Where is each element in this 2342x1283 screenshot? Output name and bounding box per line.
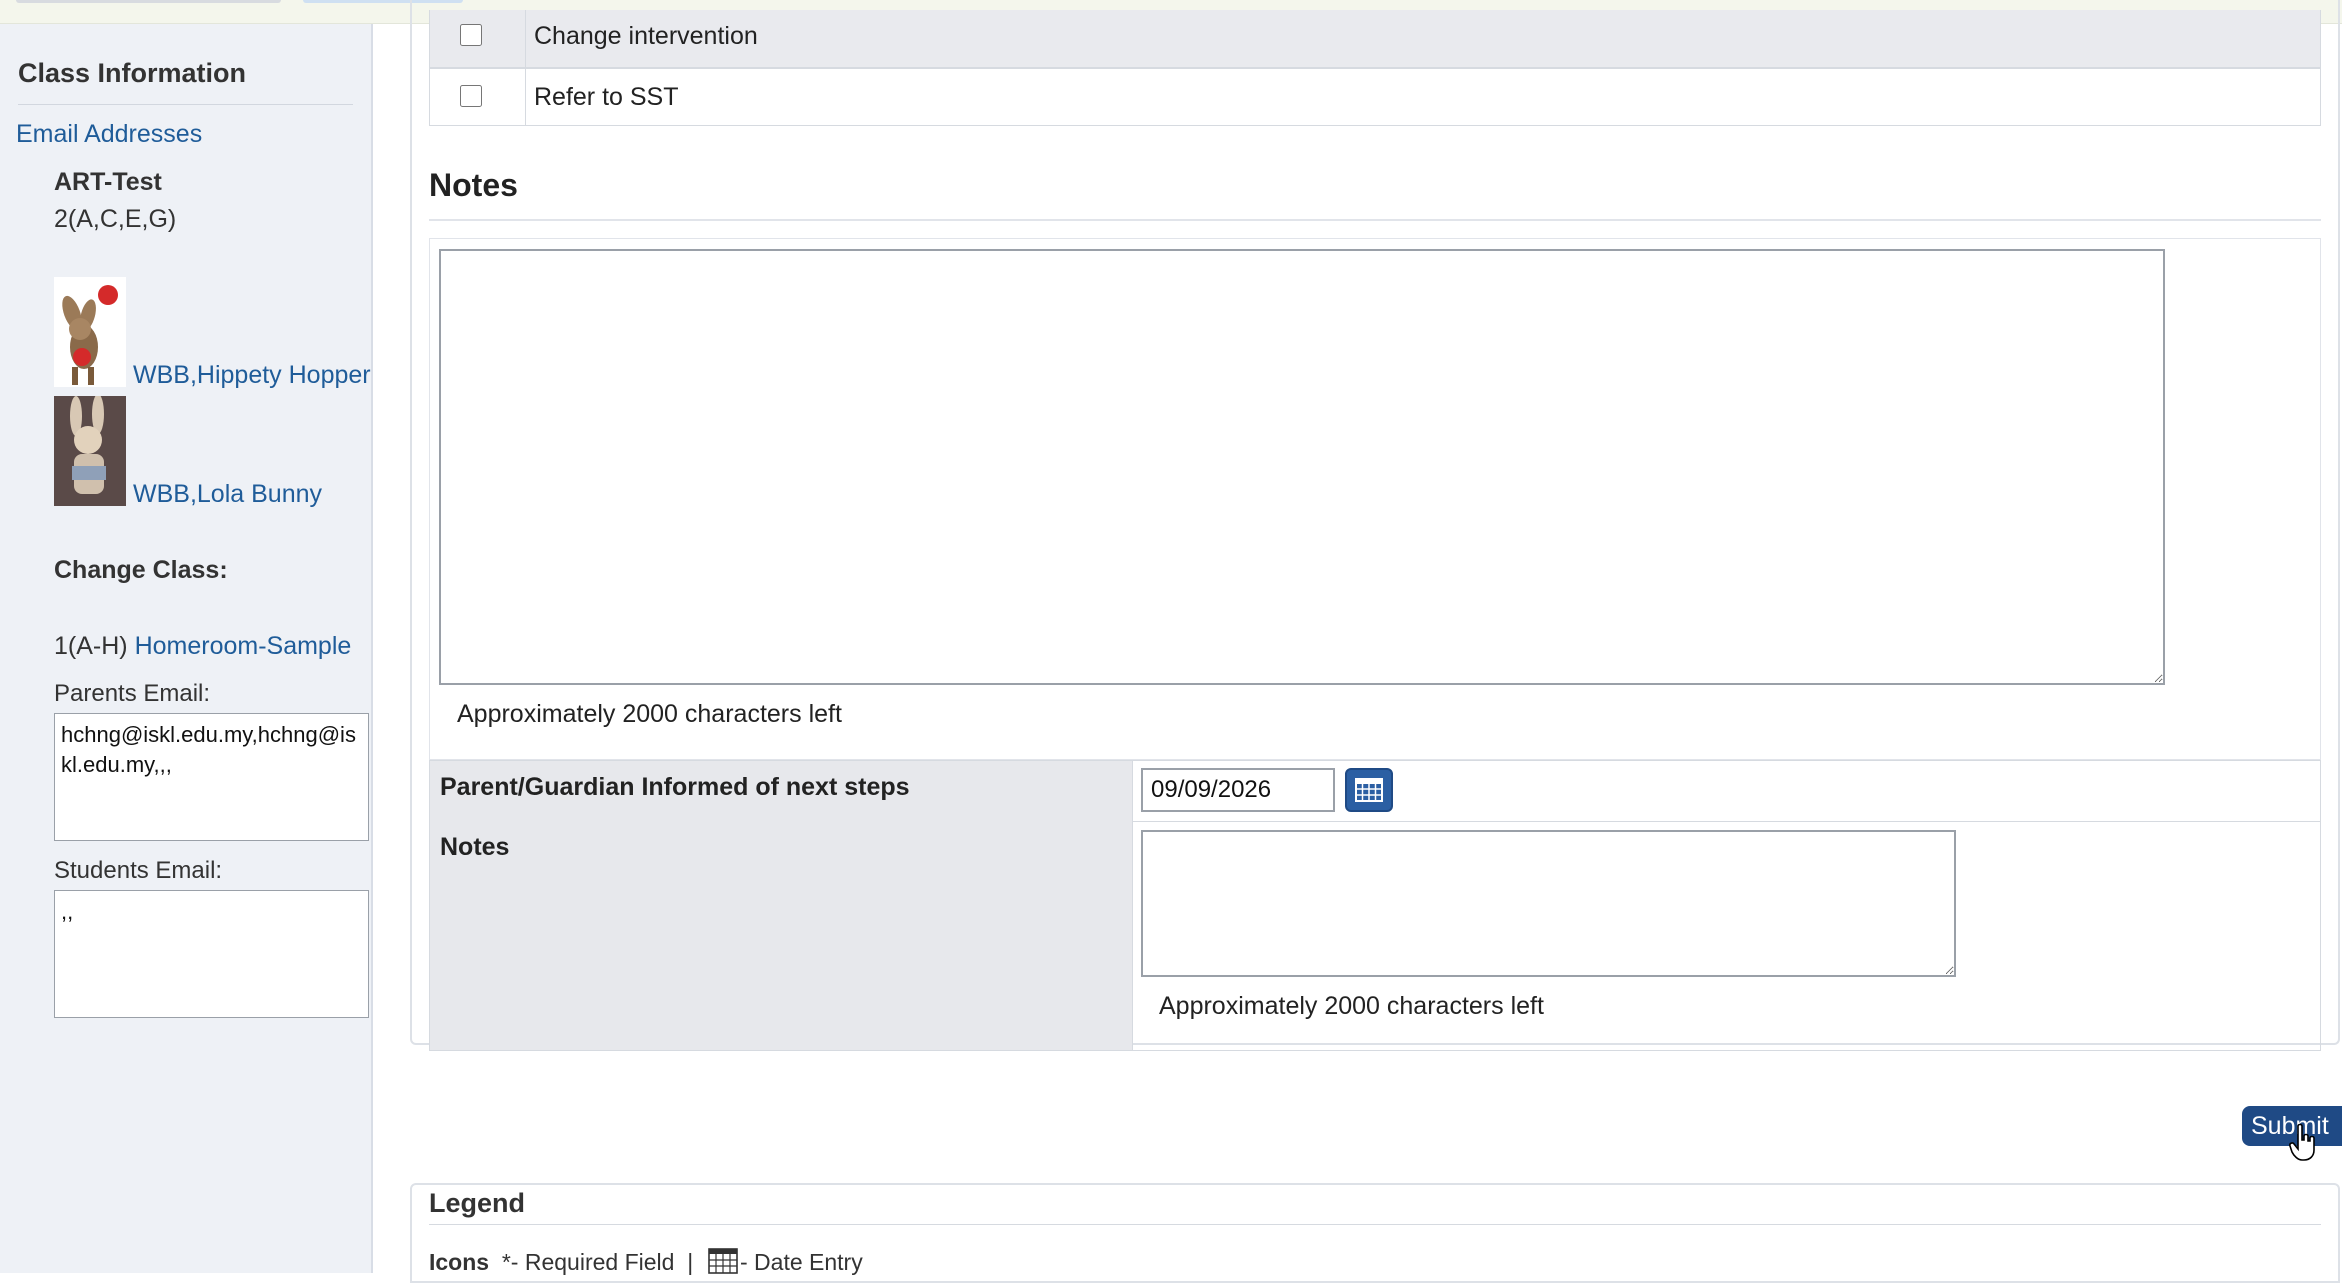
teacher-photo [54, 277, 126, 387]
teacher-name[interactable]: Hippety Hopper [197, 361, 371, 389]
notes-heading: Notes [429, 167, 518, 203]
legend-required-text: *- Required Field [501, 1249, 675, 1275]
followup-notes-label: Notes [440, 833, 510, 861]
parents-email-field[interactable]: hchng@iskl.edu.my,hchng@iskl.edu.my,,, [54, 713, 369, 841]
divider [429, 219, 2321, 221]
followup-chars-left: Approximately 2000 characters left [1159, 992, 1544, 1020]
class-name: ART-Test [54, 168, 162, 196]
teacher-avatar-icon [54, 277, 126, 387]
email-addresses-link[interactable]: Email Addresses [16, 120, 202, 149]
checklist-row: Refer to SST [429, 68, 2321, 126]
students-email-label: Students Email: [54, 857, 223, 884]
divider [429, 1224, 2321, 1225]
refer-to-sst-checkbox[interactable] [460, 85, 482, 107]
followup-notes-textarea[interactable] [1141, 830, 1956, 977]
parent-informed-label: Parent/Guardian Informed of next steps [440, 773, 910, 801]
class-period: 2(A,C,E,G) [54, 205, 177, 233]
legend-icons-label: Icons [429, 1249, 490, 1275]
change-class-label: Change Class: [54, 556, 228, 584]
parent-informed-date-input[interactable] [1141, 768, 1335, 812]
divider [18, 104, 353, 105]
legend-separator: | [687, 1249, 694, 1275]
sidebar: Class Information Email Addresses ART-Te… [0, 24, 373, 1273]
sidebar-title: Class Information [18, 58, 247, 88]
teacher-avatar-icon [54, 396, 126, 506]
change-intervention-checkbox[interactable] [460, 24, 482, 46]
homeroom-line: 1(A-H) Homeroom-Sample [54, 632, 351, 661]
homeroom-link[interactable]: Homeroom-Sample [135, 632, 352, 660]
row-label-cell: Notes [430, 821, 1133, 1050]
legend-title: Legend [429, 1188, 526, 1218]
legend-line: Icons *- Required Field | - Date Entry [429, 1248, 863, 1276]
date-picker-button[interactable] [1345, 768, 1393, 812]
homeroom-period: 1(A-H) [54, 632, 128, 660]
teacher-prefix[interactable]: WBB, [133, 361, 197, 389]
teacher-photo [54, 396, 126, 506]
top-tab-stub[interactable] [16, 0, 281, 3]
checklist-row: Change intervention [429, 10, 2321, 68]
calendar-icon [708, 1248, 738, 1274]
hand-cursor-icon [2289, 1123, 2315, 1161]
notes-chars-left: Approximately 2000 characters left [457, 700, 842, 728]
checklist-label: Change intervention [534, 22, 758, 50]
checkbox-cell [430, 69, 526, 125]
row-label-cell: Parent/Guardian Informed of next steps [430, 761, 1133, 821]
students-email-field[interactable]: ,, [54, 890, 369, 1018]
teacher-link[interactable]: WBB,Hippety Hopper [133, 361, 371, 390]
teacher-link[interactable]: WBB,Lola Bunny [133, 480, 322, 509]
notes-textarea[interactable] [439, 249, 2165, 685]
calendar-icon [1355, 778, 1383, 802]
checkbox-cell [430, 10, 526, 67]
parents-email-label: Parents Email: [54, 680, 211, 707]
teacher-name[interactable]: Lola Bunny [197, 480, 322, 508]
checklist-label: Refer to SST [534, 83, 679, 111]
legend-date-entry-text: - Date Entry [740, 1249, 863, 1275]
teacher-prefix[interactable]: WBB, [133, 480, 197, 508]
